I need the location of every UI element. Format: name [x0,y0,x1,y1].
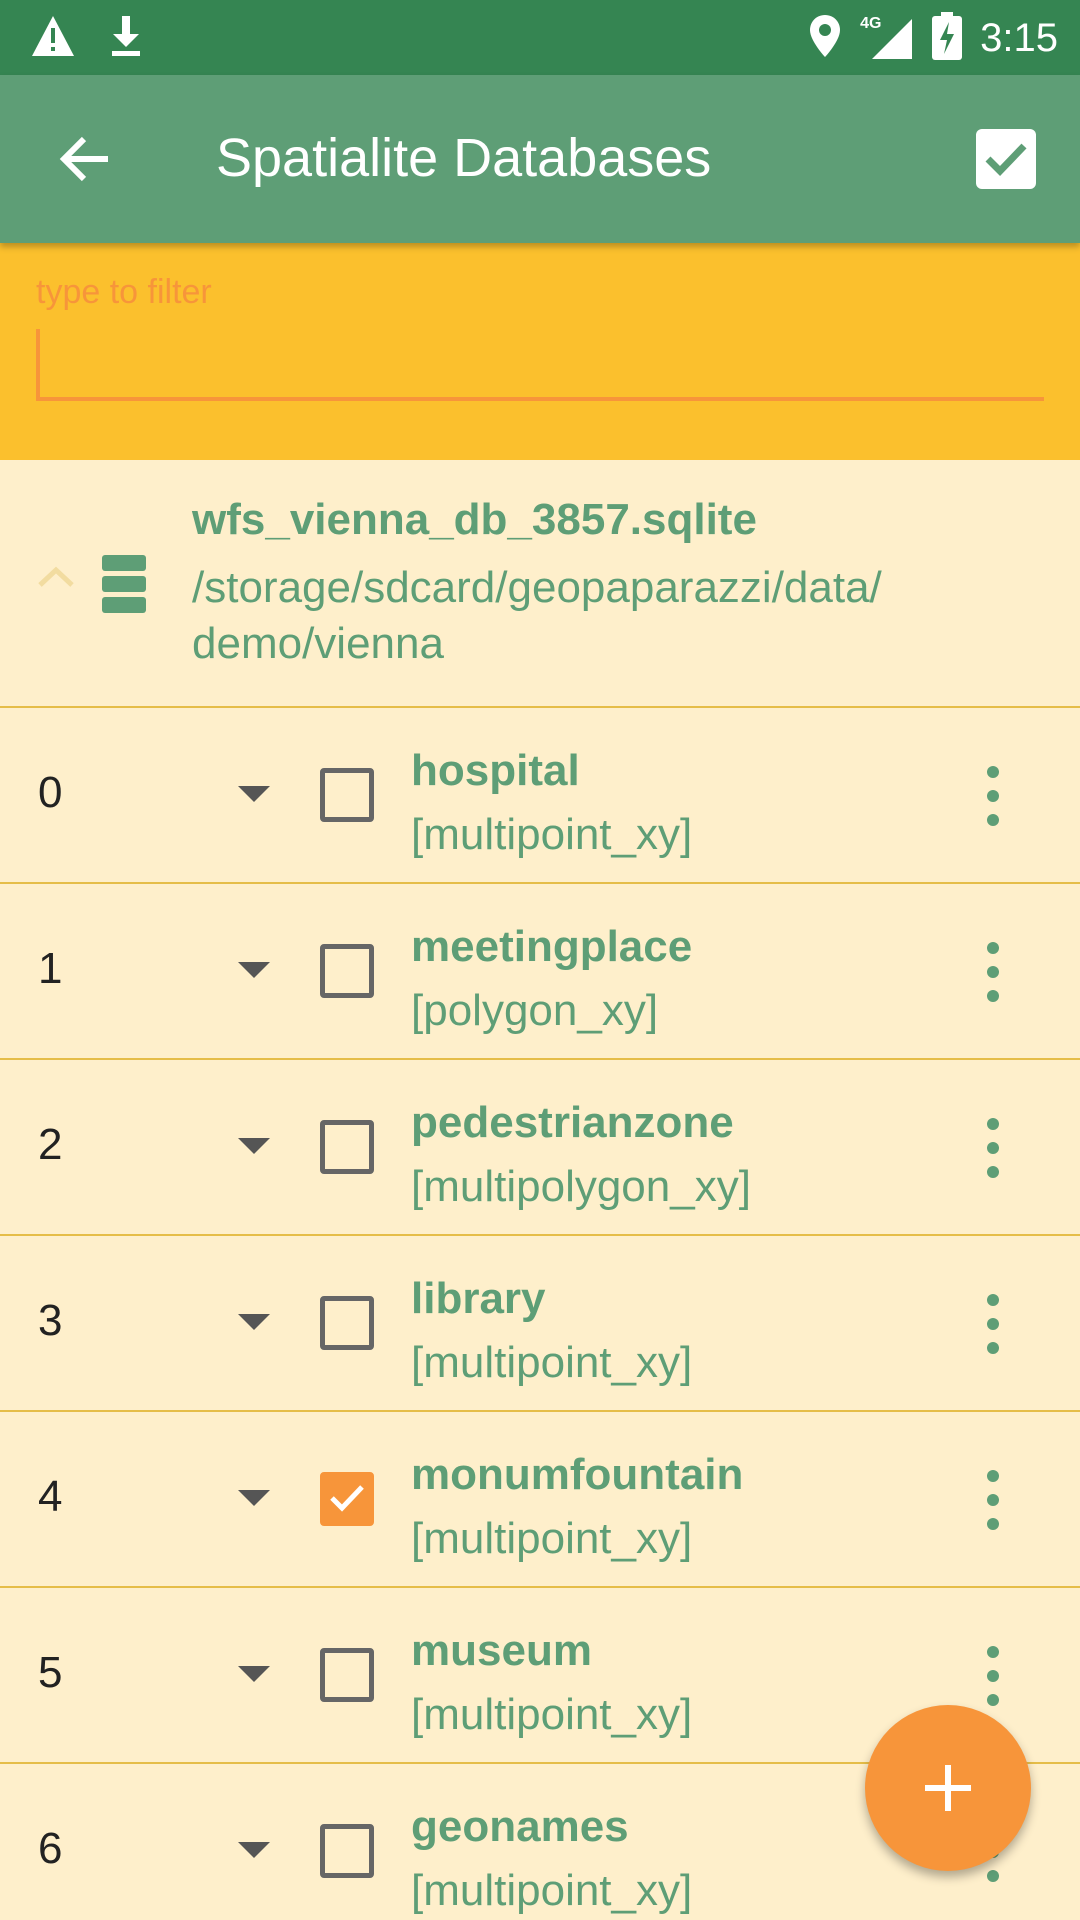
dropdown-arrow-icon[interactable] [238,1842,270,1858]
warning-icon [30,14,76,62]
checkmark-icon [330,1485,364,1512]
layer-geometry-type: [multipolygon_xy] [411,1162,751,1211]
layer-name: library [411,1274,546,1323]
signal-icon: 4G [860,15,914,61]
layer-name: meetingplace [411,922,693,971]
layer-row[interactable]: 4 monumfountain [multipoint_xy] [0,1412,1080,1588]
dropdown-arrow-icon[interactable] [238,1314,270,1330]
filter-hint: type to filter [36,273,212,311]
filter-input[interactable] [36,331,1044,401]
more-vert-icon[interactable] [975,1294,1011,1354]
more-vert-icon[interactable] [975,1646,1011,1706]
app-bar: Spatialite Databases [0,75,1080,243]
add-icon [925,1765,971,1811]
layer-geometry-type: [multipoint_xy] [411,810,693,859]
filter-area: type to filter [0,243,1080,460]
check-box-icon [985,143,1027,177]
database-name: wfs_vienna_db_3857.sqlite [192,495,757,544]
more-vert-icon[interactable] [975,1118,1011,1178]
download-icon [106,14,146,62]
dropdown-arrow-icon[interactable] [238,786,270,802]
layer-name: pedestrianzone [411,1098,734,1147]
database-icon [102,555,146,613]
chevron-up-icon[interactable] [36,565,76,593]
layer-index: 6 [38,1824,63,1873]
location-icon [808,13,842,63]
layer-index: 1 [38,944,63,993]
layer-index: 0 [38,768,63,817]
database-path: /storage/sdcard/geopaparazzi/data/ demo/… [192,563,882,668]
layer-visibility-checkbox[interactable] [320,1120,374,1174]
status-bar: 4G 3:15 [0,0,1080,75]
layer-visibility-checkbox[interactable] [320,1648,374,1702]
dropdown-arrow-icon[interactable] [238,1138,270,1154]
layer-name: hospital [411,746,580,795]
layer-index: 5 [38,1648,63,1697]
layer-visibility-checkbox[interactable] [320,768,374,822]
layer-geometry-type: [multipoint_xy] [411,1690,693,1739]
layer-index: 3 [38,1296,63,1345]
layer-row[interactable]: 1 meetingplace [polygon_xy] [0,884,1080,1060]
more-vert-icon[interactable] [975,1470,1011,1530]
layer-row[interactable]: 2 pedestrianzone [multipolygon_xy] [0,1060,1080,1236]
layer-visibility-checkbox[interactable] [320,1296,374,1350]
layer-index: 4 [38,1472,63,1521]
arrow-back-icon [59,136,108,182]
dropdown-arrow-icon[interactable] [238,962,270,978]
dropdown-arrow-icon[interactable] [238,1490,270,1506]
more-vert-icon[interactable] [975,766,1011,826]
more-vert-icon[interactable] [975,942,1011,1002]
dropdown-arrow-icon[interactable] [238,1666,270,1682]
layer-name: monumfountain [411,1450,744,1499]
page-title: Spatialite Databases [216,128,712,188]
layer-name: geonames [411,1802,629,1851]
status-time: 3:15 [980,15,1058,60]
layer-visibility-checkbox[interactable] [320,1472,374,1526]
add-button[interactable] [865,1705,1031,1871]
text-cursor [36,329,40,399]
back-button[interactable] [50,125,118,193]
layer-row[interactable]: 0 hospital [multipoint_xy] [0,708,1080,884]
layer-geometry-type: [multipoint_xy] [411,1338,693,1387]
layer-index: 2 [38,1120,63,1169]
layer-name: museum [411,1626,592,1675]
layer-visibility-checkbox[interactable] [320,944,374,998]
layer-geometry-type: [polygon_xy] [411,986,659,1035]
confirm-button[interactable] [976,129,1036,189]
battery-charging-icon [932,12,963,64]
layer-row[interactable]: 3 library [multipoint_xy] [0,1236,1080,1412]
layer-geometry-type: [multipoint_xy] [411,1514,693,1563]
layer-geometry-type: [multipoint_xy] [411,1866,693,1915]
layer-visibility-checkbox[interactable] [320,1824,374,1878]
